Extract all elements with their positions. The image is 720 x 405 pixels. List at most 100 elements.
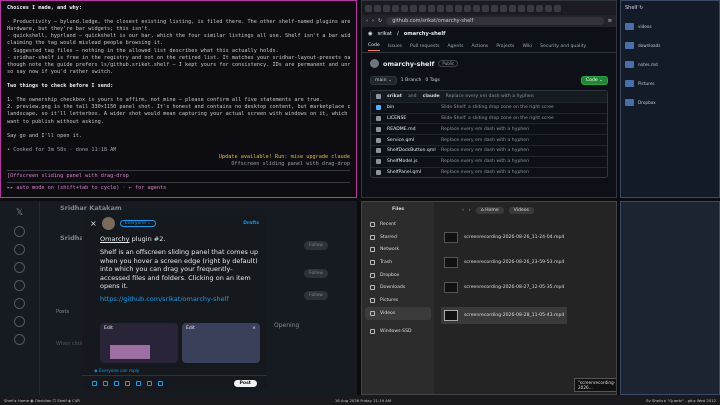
shelf-panel[interactable]: Shelf ↻ videos downloads notes.md Pictures D… (620, 0, 720, 198)
browser-tab[interactable] (473, 4, 480, 12)
browser-tab[interactable] (554, 4, 561, 12)
browser-tab[interactable] (464, 4, 471, 12)
sidebar-item-videos[interactable]: Videos (365, 306, 431, 320)
branches-link[interactable]: 1 Branch (401, 78, 422, 83)
file-name[interactable]: Service.qml (387, 138, 435, 143)
breadcrumb-videos[interactable]: Videos (508, 206, 534, 214)
browser-tab[interactable] (401, 4, 408, 12)
browser-tab[interactable] (410, 4, 417, 12)
browser-tab[interactable] (428, 4, 435, 12)
menu-icon[interactable]: ≡ (608, 18, 612, 24)
files-window[interactable]: Files Recent Starred Network Trash Dropbox Do… (361, 201, 617, 395)
owner-link[interactable]: srikat (378, 31, 392, 37)
more-icon[interactable] (14, 334, 25, 345)
commit-message[interactable]: Slide Shelf: a sliding drop zone on the … (441, 105, 554, 110)
browser-tab[interactable] (446, 4, 453, 12)
x-window[interactable]: 𝕏 Sridhar Katakam Sridhar Katak Follow F… (0, 201, 357, 395)
tab-issues[interactable]: Issues (388, 44, 402, 49)
code-button[interactable]: Code ⌄ (580, 76, 608, 85)
tab-posts[interactable]: Posts (56, 309, 69, 315)
follow-button[interactable]: Follow (304, 241, 328, 250)
terminal-window[interactable]: Choices I made, and why: - Productivity —… (0, 0, 357, 198)
browser-tab[interactable] (482, 4, 489, 12)
sidebar-item-starred[interactable]: Starred (362, 231, 434, 244)
browser-window[interactable]: ‹ › ↻ github.com/srikat/omarchy-shelf ≡ … (361, 0, 617, 198)
sidebar-item-recent[interactable]: Recent (362, 218, 434, 231)
browser-tab[interactable] (536, 4, 543, 12)
file-item[interactable]: screenrecording-2026-08-26_23-59-53.mp4 (444, 257, 564, 268)
taskbar-left[interactable]: Shelf ▸ Home ◉ Obsidian ☐ Shelf ◈ C4R (4, 398, 80, 403)
file-row[interactable]: ShelfModel.js Replace every em dash with … (371, 155, 607, 167)
edit-media-button[interactable]: Edit (104, 326, 113, 331)
shelf-item[interactable]: notes.md (625, 55, 715, 74)
close-icon[interactable]: × (90, 219, 97, 228)
profile-icon[interactable] (14, 316, 25, 327)
sidebar-item-windows-ssd[interactable]: Windows-SSD (362, 326, 434, 339)
forward-icon[interactable]: › (372, 18, 374, 24)
bell-icon[interactable] (14, 262, 25, 273)
sidebar-item-trash[interactable]: Trash (362, 256, 434, 269)
emoji-icon[interactable] (136, 381, 141, 386)
drafts-button[interactable]: Drafts (243, 221, 259, 226)
file-name[interactable]: ShelfPanel.qml (387, 170, 435, 175)
grok-icon[interactable] (114, 381, 119, 386)
edit-media-button[interactable]: Edit (186, 326, 195, 331)
back-icon[interactable]: ‹ (366, 18, 368, 24)
browser-tab[interactable] (527, 4, 534, 12)
bookmark-icon[interactable] (14, 298, 25, 309)
post-body[interactable]: Shelf is an offscreen sliding panel that… (100, 248, 259, 290)
file-row[interactable]: Service.qml Replace every em dash with a … (371, 134, 607, 145)
commit-message[interactable]: Replace every em dash with a hyphen (441, 170, 529, 175)
media-attachment[interactable]: Edit (100, 323, 178, 363)
commit-message[interactable]: Replace every em dash with a hyphen (441, 159, 529, 164)
reload-icon[interactable]: ↻ (378, 18, 382, 24)
image-icon[interactable] (92, 381, 97, 386)
location-icon[interactable] (158, 381, 163, 386)
browser-tab[interactable] (392, 4, 399, 12)
clock[interactable]: 16 Aug 2026 Friday 11:19 AM (335, 398, 391, 403)
prompt-input[interactable]: [Offscreen sliding panel with drag-drop (7, 173, 350, 180)
audience-select[interactable]: Everyone ⌄ (119, 220, 157, 227)
file-name[interactable]: ShelfDockButton.qml (387, 148, 436, 153)
browser-tab-strip[interactable] (362, 1, 616, 15)
browser-tab[interactable] (437, 4, 444, 12)
file-item[interactable]: screenrecording-2026-08-27_12-05-35.mp4 (444, 282, 564, 293)
shelf-item[interactable]: Dropbox (625, 93, 715, 112)
commit-message[interactable]: Replace every em dash with a hyphen (441, 148, 529, 153)
file-row[interactable]: ShelfPanel.qml Replace every em dash with… (371, 166, 607, 178)
file-item[interactable]: screenrecording-2026-08-28_11-05-43.mp4 (441, 307, 568, 324)
search-icon[interactable] (14, 244, 25, 255)
sidebar-item-downloads[interactable]: Downloads (362, 281, 434, 294)
post-title[interactable]: Omarchy plugin #2. (100, 235, 259, 243)
browser-tab[interactable] (545, 4, 552, 12)
file-row[interactable]: bin Slide Shelf: a sliding drop zone on t… (371, 101, 607, 113)
reply-setting[interactable]: ◉ Everyone can reply (94, 368, 139, 373)
back-icon[interactable]: ‹ (462, 208, 464, 213)
file-name[interactable]: bin (387, 105, 435, 110)
address-bar[interactable]: ‹ › ↻ github.com/srikat/omarchy-shelf ≡ (362, 15, 616, 27)
home-icon[interactable] (14, 226, 25, 237)
mail-icon[interactable] (14, 280, 25, 291)
sidebar-item-pictures[interactable]: Pictures (362, 294, 434, 307)
browser-tab[interactable] (500, 4, 507, 12)
breadcrumb-home[interactable]: ⌂ Home (475, 206, 504, 214)
commit-message[interactable]: Slide Shelf: a sliding drop zone on the … (441, 116, 554, 121)
x-logo-icon[interactable]: 𝕏 (14, 208, 25, 219)
repo-link[interactable]: omarchy-shelf (404, 31, 446, 37)
sidebar-item-dropbox[interactable]: Dropbox (362, 269, 434, 282)
commit-message[interactable]: Replace every em dash with a hyphen (441, 127, 529, 132)
file-name[interactable]: ShelfModel.js (387, 159, 435, 164)
forward-icon[interactable]: › (469, 208, 471, 213)
file-name[interactable]: README.md (387, 127, 435, 132)
post-link[interactable]: https://github.com/srikat/omarchy-shelf (100, 295, 259, 303)
tab-code[interactable]: Code (368, 43, 380, 51)
gif-icon[interactable] (103, 381, 108, 386)
shelf-item[interactable]: videos (625, 17, 715, 36)
browser-tab[interactable] (509, 4, 516, 12)
sidebar-item-network[interactable]: Network (362, 243, 434, 256)
shelf-item[interactable]: Pictures (625, 74, 715, 93)
file-item[interactable]: screenrecording-2026-08-26_11-24-04.mp4 (444, 232, 564, 243)
file-row[interactable]: ShelfDockButton.qml Replace every em dash… (371, 144, 607, 156)
tab-actions[interactable]: Actions (472, 44, 489, 49)
tab-pull-requests[interactable]: Pull requests (410, 44, 439, 49)
